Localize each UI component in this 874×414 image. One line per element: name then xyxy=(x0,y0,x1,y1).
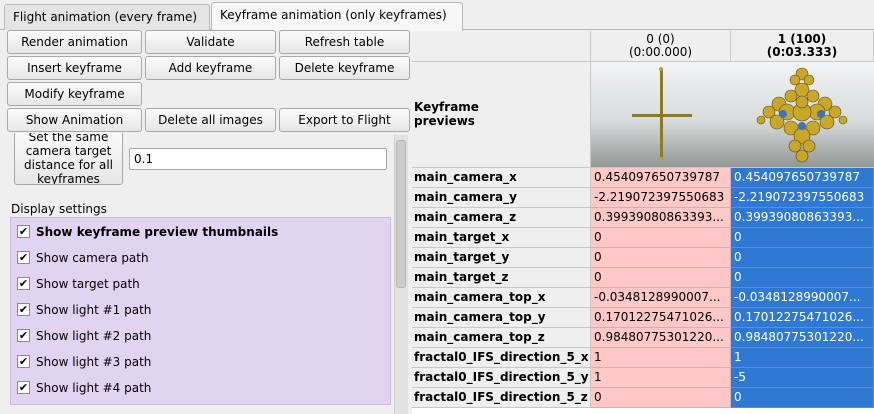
camera-target-distance-input[interactable]: 0.1 xyxy=(129,148,387,170)
table-cell[interactable]: 1 xyxy=(731,348,874,368)
row-header: main_camera_x xyxy=(412,168,591,188)
table-cell[interactable]: 0 xyxy=(591,268,731,288)
keyframe-table: 0 (0) (0:00.000) 1 (100) (0:03.333) Keyf… xyxy=(412,31,874,414)
table-cell[interactable]: 0.454097650739787 xyxy=(731,168,874,188)
table-cell[interactable]: 0.39939080863393... xyxy=(591,208,731,228)
table-cell[interactable]: -2.219072397550683 xyxy=(731,188,874,208)
delete-all-images-button[interactable]: Delete all images xyxy=(145,108,276,132)
checkbox-show-light-2-path[interactable]: ✔ Show light #2 path xyxy=(17,326,151,346)
table-cell[interactable]: 0 xyxy=(591,388,731,408)
column-header-keyframe-0[interactable]: 0 (0) (0:00.000) xyxy=(591,31,731,62)
table-cell[interactable]: -0.0348128990007... xyxy=(731,288,874,308)
tab-flight-animation[interactable]: Flight animation (every frame) xyxy=(4,4,210,30)
check-icon[interactable]: ✔ xyxy=(17,251,30,264)
set-camera-target-distance-button[interactable]: Set the same camera target distance for … xyxy=(14,133,123,185)
delete-keyframe-button[interactable]: Delete keyframe xyxy=(279,56,410,80)
checkbox-show-light-1-path[interactable]: ✔ Show light #1 path xyxy=(17,300,151,320)
table-cell[interactable]: 0.39939080863393... xyxy=(731,208,874,228)
check-icon[interactable]: ✔ xyxy=(17,355,30,368)
checkbox-show-thumbnails[interactable]: ✔ Show keyframe preview thumbnails xyxy=(17,222,278,242)
table-cell[interactable]: 0 xyxy=(731,248,874,268)
table-cell[interactable]: 0 xyxy=(731,388,874,408)
display-settings-title: Display settings xyxy=(11,202,107,216)
modify-keyframe-button[interactable]: Modify keyframe xyxy=(7,82,142,106)
table-cell[interactable]: 0.17012275471026... xyxy=(591,308,731,328)
row-header: main_camera_top_z xyxy=(412,328,591,348)
column-header-keyframe-1[interactable]: 1 (100) (0:03.333) xyxy=(731,31,874,62)
show-animation-button[interactable]: Show Animation xyxy=(7,108,142,132)
distance-label-line-3: distance for all xyxy=(24,158,113,172)
row-header: main_camera_top_y xyxy=(412,308,591,328)
check-icon[interactable]: ✔ xyxy=(17,329,30,342)
checkbox-show-camera-path[interactable]: ✔ Show camera path xyxy=(17,248,149,268)
table-corner xyxy=(412,31,591,62)
table-cell[interactable]: 0.17012275471026... xyxy=(731,308,874,328)
preview-image-1 xyxy=(731,62,874,167)
check-icon[interactable]: ✔ xyxy=(17,225,30,238)
export-to-flight-button[interactable]: Export to Flight xyxy=(279,108,410,132)
row-header: main_target_x xyxy=(412,228,591,248)
scrollbar-thumb[interactable] xyxy=(396,140,406,288)
check-icon[interactable]: ✔ xyxy=(17,277,30,290)
tab-bar: Flight animation (every frame) Keyframe … xyxy=(0,0,874,31)
keyframe-preview-0[interactable] xyxy=(591,62,731,168)
checkbox-show-light-3-path[interactable]: ✔ Show light #3 path xyxy=(17,352,151,372)
check-icon[interactable]: ✔ xyxy=(17,303,30,316)
render-animation-button[interactable]: Render animation xyxy=(7,30,142,54)
row-header: main_camera_z xyxy=(412,208,591,228)
add-keyframe-button[interactable]: Add keyframe xyxy=(145,56,276,80)
table-cell[interactable]: 0.98480775301220... xyxy=(591,328,731,348)
table-cell[interactable]: -5 xyxy=(731,368,874,388)
table-cell[interactable]: 0 xyxy=(591,248,731,268)
insert-keyframe-button[interactable]: Insert keyframe xyxy=(7,56,142,80)
row-header-keyframe-previews: Keyframe previews xyxy=(412,62,591,168)
checkbox-show-light-4-path[interactable]: ✔ Show light #4 path xyxy=(17,378,151,398)
validate-button[interactable]: Validate xyxy=(145,30,276,54)
table-cell[interactable]: 0 xyxy=(591,228,731,248)
row-header: fractal0_IFS_direction_5_x xyxy=(412,348,591,368)
row-header: fractal0_IFS_direction_5_z xyxy=(412,388,591,408)
row-header: main_target_y xyxy=(412,248,591,268)
settings-scroll-area: Set the same camera target distance for … xyxy=(7,133,406,414)
tab-keyframe-animation[interactable]: Keyframe animation (only keyframes) xyxy=(211,2,463,31)
table-cell[interactable]: 0 xyxy=(731,228,874,248)
checkbox-show-target-path[interactable]: ✔ Show target path xyxy=(17,274,140,294)
table-cell[interactable]: 0 xyxy=(731,268,874,288)
table-cell[interactable]: -0.0348128990007... xyxy=(591,288,731,308)
distance-label-line-4: keyframes xyxy=(37,172,100,185)
table-cell[interactable]: 0.98480775301220... xyxy=(731,328,874,348)
table-cell[interactable]: 1 xyxy=(591,348,731,368)
row-header: fractal0_IFS_direction_5_y xyxy=(412,368,591,388)
distance-label-line-1: Set the same xyxy=(28,133,109,144)
row-header: main_camera_top_x xyxy=(412,288,591,308)
row-header: main_target_z xyxy=(412,268,591,288)
keyframe-preview-1[interactable] xyxy=(731,62,874,168)
preview-image-0 xyxy=(591,62,731,167)
display-settings-group: ✔ Show keyframe preview thumbnails ✔ Show … xyxy=(10,217,391,405)
refresh-table-button[interactable]: Refresh table xyxy=(279,30,410,54)
row-header: main_camera_y xyxy=(412,188,591,208)
table-cell[interactable]: -2.219072397550683 xyxy=(591,188,731,208)
table-cell[interactable]: 1 xyxy=(591,368,731,388)
check-icon[interactable]: ✔ xyxy=(17,381,30,394)
table-cell[interactable]: 0.454097650739787 xyxy=(591,168,731,188)
distance-label-line-2: camera target xyxy=(25,144,112,158)
